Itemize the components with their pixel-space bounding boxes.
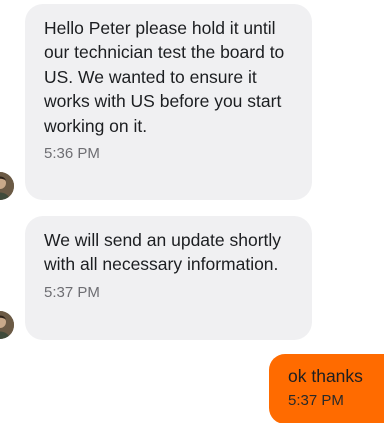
sender-avatar[interactable] — [0, 172, 14, 200]
avatar-photo-icon — [0, 311, 14, 339]
message-text: Hello Peter please hold it until our tec… — [44, 18, 285, 136]
message-timestamp: 5:36 PM — [44, 145, 100, 163]
message-text: ok thanks — [288, 366, 363, 386]
sender-avatar[interactable] — [0, 311, 14, 339]
incoming-message[interactable]: Hello Peter please hold it until our tec… — [25, 4, 312, 200]
message-timestamp: 5:37 PM — [44, 283, 100, 301]
message-text: We will send an update shortly with all … — [44, 230, 282, 275]
chat-thread: Hello Peter please hold it until our tec… — [0, 0, 384, 423]
incoming-message[interactable]: We will send an update shortly with all … — [25, 216, 312, 340]
avatar-photo-icon — [0, 172, 14, 200]
message-timestamp: 5:37 PM — [288, 392, 344, 409]
outgoing-message[interactable]: ok thanks 5:37 PM — [269, 354, 384, 423]
